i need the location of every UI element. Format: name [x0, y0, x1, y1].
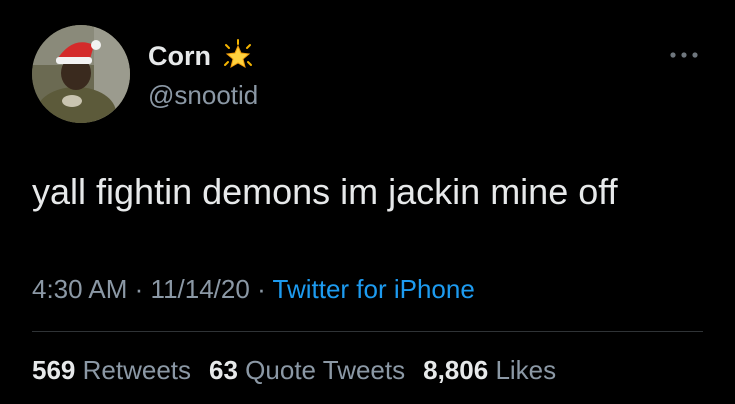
display-name[interactable]: Corn	[148, 38, 211, 74]
retweets-stat[interactable]: 569 Retweets	[32, 352, 191, 388]
likes-stat[interactable]: 8,806 Likes	[423, 352, 556, 388]
author-handle[interactable]: @snootid	[148, 78, 258, 112]
meta-separator: ·	[257, 274, 266, 304]
tweet-source-link[interactable]: Twitter for iPhone	[273, 274, 475, 304]
glowing-star-icon	[221, 39, 255, 73]
meta-separator: ·	[134, 274, 144, 304]
retweets-label: Retweets	[82, 355, 192, 385]
likes-label: Likes	[495, 355, 557, 385]
tweet-time[interactable]: 4:30 AM	[32, 274, 127, 304]
quote-tweets-count: 63	[209, 355, 238, 385]
divider	[32, 331, 703, 332]
quote-tweets-stat[interactable]: 63 Quote Tweets	[209, 352, 405, 388]
tweet-text: yall fightin demons im jackin mine off	[32, 171, 618, 212]
author-block: Corn @snootid	[148, 38, 258, 112]
quote-tweets-label: Quote Tweets	[245, 355, 406, 385]
more-horizontal-icon	[670, 52, 698, 58]
more-options-button[interactable]	[667, 46, 701, 64]
retweets-count: 569	[32, 355, 76, 385]
display-name-row: Corn	[148, 38, 258, 74]
avatar-image	[32, 25, 130, 123]
tweet-meta: 4:30 AM · 11/14/20 · Twitter for iPhone	[32, 271, 475, 307]
tweet-date[interactable]: 11/14/20	[151, 274, 250, 304]
avatar[interactable]	[32, 25, 130, 123]
likes-count: 8,806	[423, 355, 489, 385]
tweet-card: Corn @snootid yall fightin demons im jac…	[0, 0, 735, 404]
tweet-stats: 569 Retweets 63 Quote Tweets 8,806 Likes	[32, 352, 574, 388]
